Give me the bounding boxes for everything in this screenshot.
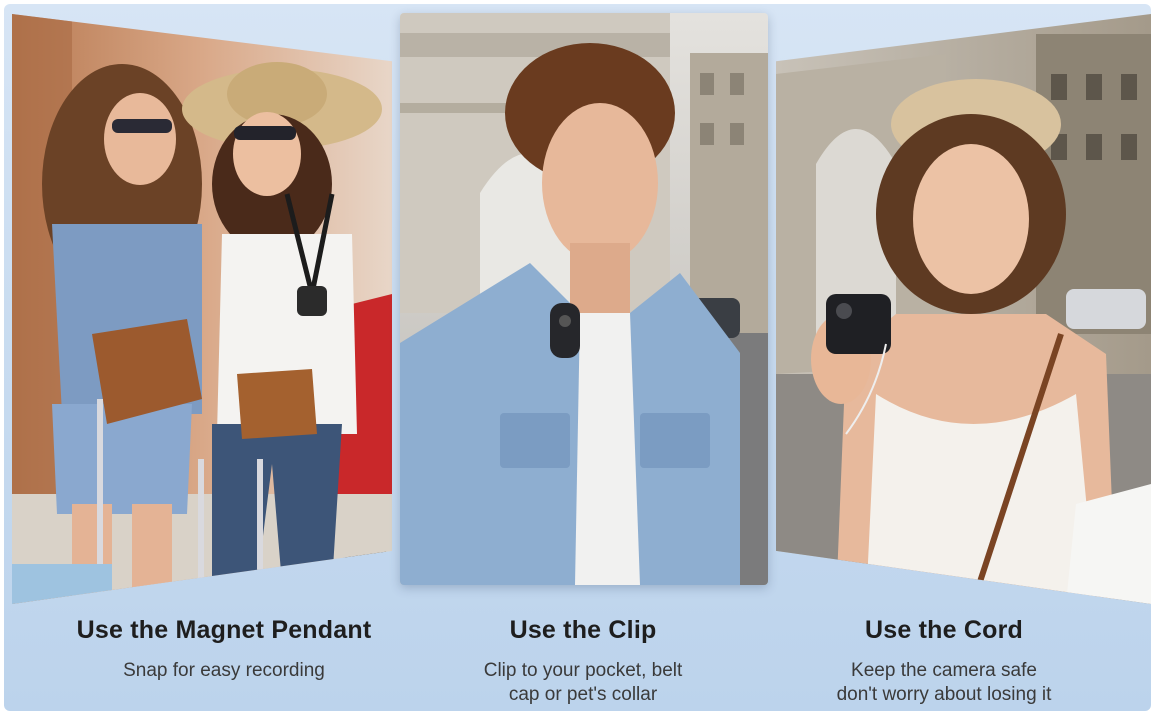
magnet-pendant-photo <box>12 14 392 604</box>
caption-description-line: Clip to your pocket, belt <box>483 660 683 681</box>
caption-description-line: Keep the camera safe <box>851 660 1037 681</box>
caption-description-line: Snap for easy recording <box>123 660 325 681</box>
caption-description: Keep the camera safe don't worry about l… <box>764 659 1124 707</box>
caption-description-line: cap or pet's collar <box>508 684 658 705</box>
clip-photo <box>400 13 768 585</box>
caption-description: Clip to your pocket, belt cap or pet's c… <box>388 659 778 707</box>
cord-caption: Use the Cord Keep the camera safe don't … <box>764 616 1124 707</box>
caption-title: Use the Magnet Pendant <box>76 616 372 644</box>
caption-title: Use the Clip <box>509 616 657 644</box>
magnet-pendant-caption: Use the Magnet Pendant Snap for easy rec… <box>24 616 424 683</box>
cord-photo <box>776 14 1151 604</box>
feature-banner: Use the Magnet Pendant Snap for easy rec… <box>4 4 1151 711</box>
clip-caption: Use the Clip Clip to your pocket, belt c… <box>388 616 778 707</box>
caption-description: Snap for easy recording <box>24 659 424 683</box>
caption-title: Use the Cord <box>865 616 1023 644</box>
caption-description-line: don't worry about losing it <box>836 684 1052 705</box>
